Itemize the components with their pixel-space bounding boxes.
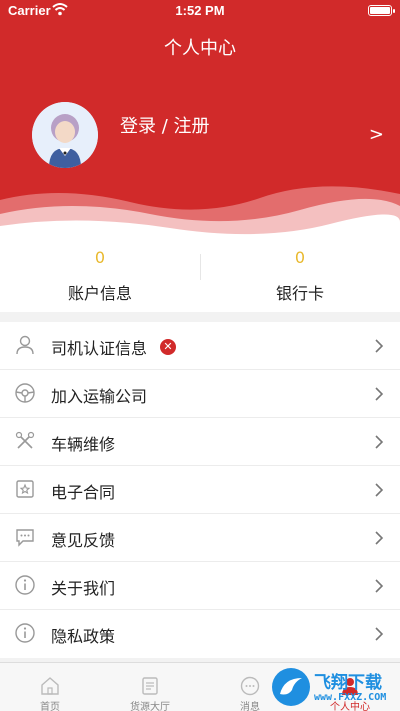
menu-label: 关于我们 [51,579,116,598]
menu-label: 车辆维修 [51,435,116,454]
account-stats: 0 账户信息 0 银行卡 [0,248,400,312]
menu-item-driver-certification[interactable]: 司机认证信息 ✕ [0,322,400,370]
menu-label: 加入运输公司 [51,387,148,406]
bank-card-stat[interactable]: 0 银行卡 [200,248,400,312]
tab-label: 货源大厅 [130,702,170,711]
menu-label: 隐私政策 [51,627,116,646]
home-icon [41,677,59,695]
wrench-icon [15,431,35,449]
menu-item-electronic-contract[interactable]: 电子合同 [0,466,400,514]
bank-card-count: 0 [294,248,306,267]
chevron-right-icon [375,339,384,353]
login-register-link[interactable]: 登录 / 注册 [120,112,210,138]
menu-label: 司机认证信息 [51,339,148,358]
chevron-right-icon [375,627,384,641]
menu-item-about-us[interactable]: 关于我们 [0,562,400,610]
steering-wheel-icon [15,383,35,403]
info-icon [15,575,35,595]
chevron-right-icon [375,579,384,593]
menu-item-feedback[interactable]: 意见反馈 [0,514,400,562]
menu-label: 电子合同 [51,483,116,502]
avatar[interactable] [32,102,98,168]
clock: 1:52 PM [175,3,225,18]
error-badge-icon: ✕ [160,339,176,355]
battery-icon [368,5,395,16]
page-title: 个人中心 [164,38,236,59]
account-balance-value: 0 [94,248,106,267]
chevron-right-icon [375,387,384,401]
site-watermark: 飞翔下载 www.FXXZ.COM [270,666,394,708]
settings-menu: 司机认证信息 ✕ 加入运输公司 车辆维修 电子合同 意见反馈 关于我们 隐私政策 [0,322,400,658]
profile-header: Carrier 1:52 PM 个人中心 登录 / 注册 > [0,0,400,250]
user-avatar-icon [32,102,98,168]
message-icon [240,676,260,696]
menu-item-join-transport-company[interactable]: 加入运输公司 [0,370,400,418]
account-info-label: 账户信息 [67,284,132,303]
chevron-right-icon [375,483,384,497]
chevron-right-icon [375,531,384,545]
menu-item-privacy-policy[interactable]: 隐私政策 [0,610,400,658]
tab-label: 首页 [40,702,60,711]
tab-home[interactable]: 首页 [0,663,100,711]
chevron-right-icon[interactable]: > [369,124,384,145]
info-icon [15,623,35,643]
menu-item-vehicle-repair[interactable]: 车辆维修 [0,418,400,466]
tab-cargo-hall[interactable]: 货源大厅 [100,663,200,711]
chat-icon [16,529,34,547]
menu-label: 意见反馈 [51,531,116,550]
document-icon [142,677,158,695]
chevron-right-icon [375,435,384,449]
contract-icon [16,480,34,498]
status-bar: Carrier 1:52 PM [0,0,400,22]
account-info-stat[interactable]: 0 账户信息 [0,248,200,312]
bank-card-label: 银行卡 [275,284,324,303]
watermark-logo-icon [272,668,310,706]
wave-decoration [0,186,400,250]
person-icon [16,335,34,355]
watermark-url: www.FXXZ.COM [314,692,387,703]
watermark-title: 飞翔下载 [314,673,382,693]
